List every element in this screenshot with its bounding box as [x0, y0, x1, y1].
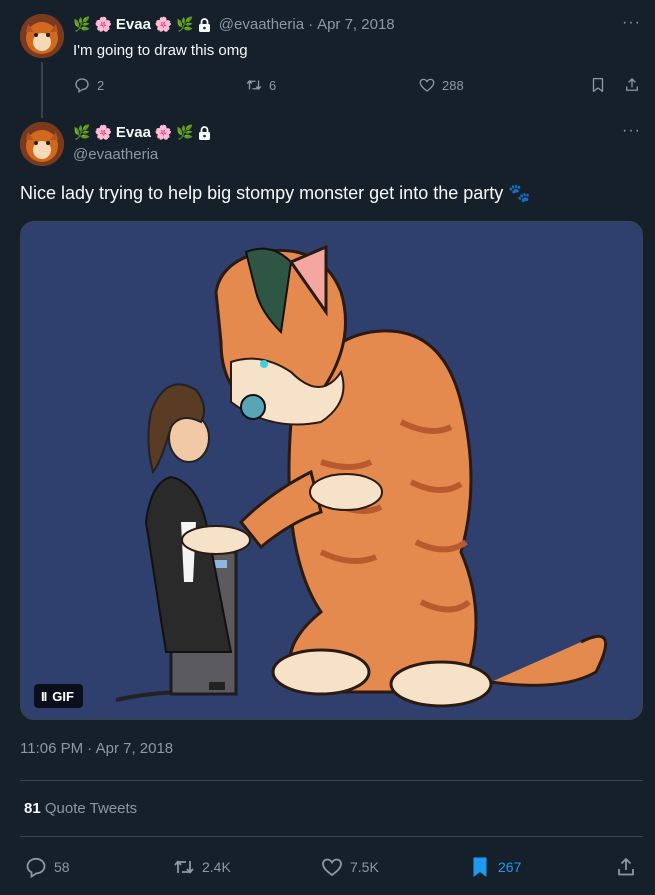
- retweet-count: 2.4K: [202, 859, 231, 875]
- gif-illustration: [21, 222, 642, 719]
- reply-button[interactable]: 2: [73, 76, 104, 94]
- heart-icon: [322, 858, 342, 877]
- reply-count: 2: [97, 77, 105, 93]
- reply-tweet-header: 🌿 🌸 Evaa 🌸 🌿 @evaatheria · Apr 7, 2018: [73, 16, 395, 33]
- quote-tweets-link[interactable]: 81 Quote Tweets: [24, 800, 137, 817]
- retweet-icon: [174, 860, 194, 874]
- more-options-button[interactable]: ···: [622, 14, 641, 32]
- gif-label: GIF: [52, 688, 74, 704]
- handle[interactable]: @evaatheria: [73, 146, 158, 163]
- bookmark-button[interactable]: [589, 76, 607, 94]
- flower-icon: 🌸: [154, 124, 173, 140]
- tweet-text: Nice lady trying to help big stompy mons…: [20, 183, 531, 203]
- lock-icon: [198, 17, 210, 32]
- like-count: 7.5K: [350, 859, 379, 875]
- reply-button[interactable]: 58: [24, 855, 70, 879]
- divider: [20, 836, 643, 837]
- avatar-image: [20, 14, 64, 58]
- herb-icon: 🌿: [176, 124, 194, 140]
- herb-icon: 🌿: [73, 124, 91, 140]
- reply-icon: [26, 857, 46, 879]
- share-button[interactable]: [623, 76, 641, 94]
- bookmark-button[interactable]: 267: [468, 855, 521, 879]
- bookmark-filled-icon: [473, 857, 487, 877]
- retweet-count: 6: [269, 77, 277, 93]
- handle[interactable]: @evaatheria: [219, 16, 304, 33]
- avatar-image: [20, 122, 64, 166]
- tweet-date[interactable]: Apr 7, 2018: [317, 16, 395, 33]
- reply-tweet-actions: 2 6 288: [73, 74, 645, 98]
- tweet-timestamp[interactable]: 11:06 PM · Apr 7, 2018: [20, 740, 173, 757]
- tweet-text: I'm going to draw this omg: [73, 42, 248, 59]
- flower-icon: 🌸: [154, 16, 173, 32]
- display-name[interactable]: Evaa: [116, 124, 151, 141]
- separator-dot: ·: [308, 16, 314, 33]
- retweet-button[interactable]: 6: [245, 76, 276, 94]
- herb-icon: 🌿: [73, 16, 91, 32]
- main-tweet-header: 🌿 🌸 Evaa 🌸 🌿: [73, 124, 211, 141]
- retweet-icon: [246, 80, 262, 90]
- flower-icon: 🌸: [94, 124, 112, 140]
- share-button[interactable]: [614, 855, 638, 879]
- share-icon: [618, 858, 634, 876]
- share-icon: [626, 78, 638, 91]
- avatar[interactable]: [20, 122, 64, 166]
- like-button[interactable]: 7.5K: [320, 855, 379, 879]
- like-count: 288: [442, 77, 464, 93]
- gif-badge[interactable]: II GIF: [34, 684, 83, 708]
- pause-icon[interactable]: II: [41, 689, 47, 704]
- tweet-media-gif[interactable]: II GIF: [20, 221, 643, 720]
- like-button[interactable]: 288: [418, 76, 464, 94]
- heart-icon: [419, 78, 435, 92]
- reply-count: 58: [54, 859, 70, 875]
- divider: [20, 780, 643, 781]
- quote-count: 81: [24, 800, 41, 817]
- lock-icon: [198, 125, 210, 140]
- thread-connector-line: [41, 62, 43, 118]
- retweet-button[interactable]: 2.4K: [172, 855, 231, 879]
- display-name[interactable]: Evaa: [116, 16, 151, 33]
- avatar[interactable]: [20, 14, 64, 58]
- bookmark-count: 267: [498, 859, 522, 875]
- more-options-button[interactable]: ···: [622, 122, 641, 140]
- bookmark-icon: [592, 77, 604, 93]
- reply-icon: [75, 78, 89, 94]
- herb-icon: 🌿: [176, 16, 194, 32]
- quote-label: Quote Tweets: [44, 800, 138, 817]
- flower-icon: 🌸: [94, 16, 112, 32]
